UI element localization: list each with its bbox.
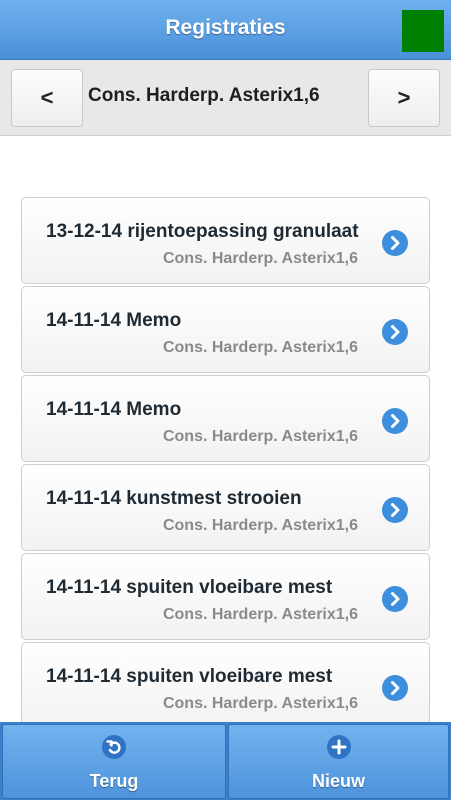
item-subtitle: Cons. Harderp. Asterix1,6 bbox=[162, 695, 358, 712]
item-title: 14-11-14 kunstmest strooien bbox=[46, 488, 302, 509]
list-item[interactable]: 13-12-14 rijentoepassing granulaat Cons.… bbox=[21, 197, 430, 284]
item-subtitle: Cons. Harderp. Asterix1,6 bbox=[162, 339, 358, 356]
list-item[interactable]: 14-11-14 Memo Cons. Harderp. Asterix1,6 bbox=[21, 375, 430, 462]
chevron-right-icon bbox=[382, 586, 408, 612]
chevron-right-icon bbox=[382, 497, 408, 523]
new-label: Nieuw bbox=[311, 771, 365, 791]
status-indicator bbox=[402, 10, 444, 52]
new-button[interactable]: Nieuw bbox=[228, 724, 449, 799]
item-title: 14-11-14 spuiten vloeibare mest bbox=[46, 577, 333, 598]
item-subtitle: Cons. Harderp. Asterix1,6 bbox=[162, 606, 358, 623]
item-subtitle: Cons. Harderp. Asterix1,6 bbox=[162, 517, 358, 534]
next-button[interactable]: > bbox=[368, 69, 440, 127]
plus-icon bbox=[326, 735, 351, 759]
list-item[interactable]: 14-11-14 kunstmest strooien Cons. Harder… bbox=[21, 464, 430, 551]
record-navigator: < Cons. Harderp. Asterix1,6 > bbox=[0, 60, 451, 136]
page-title: Registraties bbox=[165, 16, 286, 39]
chevron-right-icon bbox=[382, 675, 408, 701]
registration-list: 13-12-14 rijentoepassing granulaat Cons.… bbox=[21, 197, 430, 722]
app-header: Registraties bbox=[0, 0, 451, 60]
undo-icon bbox=[102, 735, 126, 759]
previous-button[interactable]: < bbox=[11, 69, 83, 127]
item-subtitle: Cons. Harderp. Asterix1,6 bbox=[162, 428, 358, 445]
item-title: 13-12-14 rijentoepassing granulaat bbox=[46, 221, 359, 242]
back-button[interactable]: Terug bbox=[2, 724, 226, 799]
list-item[interactable]: 14-11-14 spuiten vloeibare mest Cons. Ha… bbox=[21, 553, 430, 640]
footer-toolbar: Terug Nieuw bbox=[0, 722, 451, 800]
chevron-right-icon bbox=[382, 319, 408, 345]
item-title: 14-11-14 Memo bbox=[46, 399, 182, 420]
back-label: Terug bbox=[89, 771, 139, 791]
chevron-right-icon bbox=[382, 230, 408, 256]
list-item[interactable]: 14-11-14 spuiten vloeibare mest Cons. Ha… bbox=[21, 642, 430, 722]
chevron-right-icon bbox=[382, 408, 408, 434]
item-subtitle: Cons. Harderp. Asterix1,6 bbox=[162, 250, 358, 267]
list-item[interactable]: 14-11-14 Memo Cons. Harderp. Asterix1,6 bbox=[21, 286, 430, 373]
current-record-label: Cons. Harderp. Asterix1,6 bbox=[88, 85, 320, 106]
item-title: 14-11-14 spuiten vloeibare mest bbox=[46, 666, 333, 687]
item-title: 14-11-14 Memo bbox=[46, 310, 182, 331]
